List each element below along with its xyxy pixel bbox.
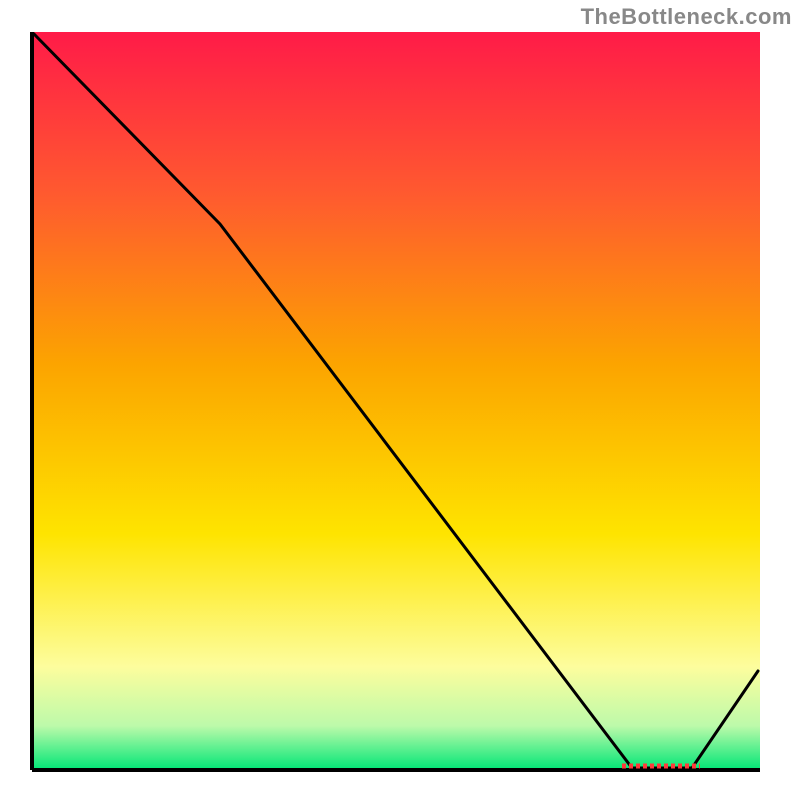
bottleneck-chart: TheBottleneck.com — [0, 0, 800, 800]
plot-svg — [0, 0, 800, 800]
